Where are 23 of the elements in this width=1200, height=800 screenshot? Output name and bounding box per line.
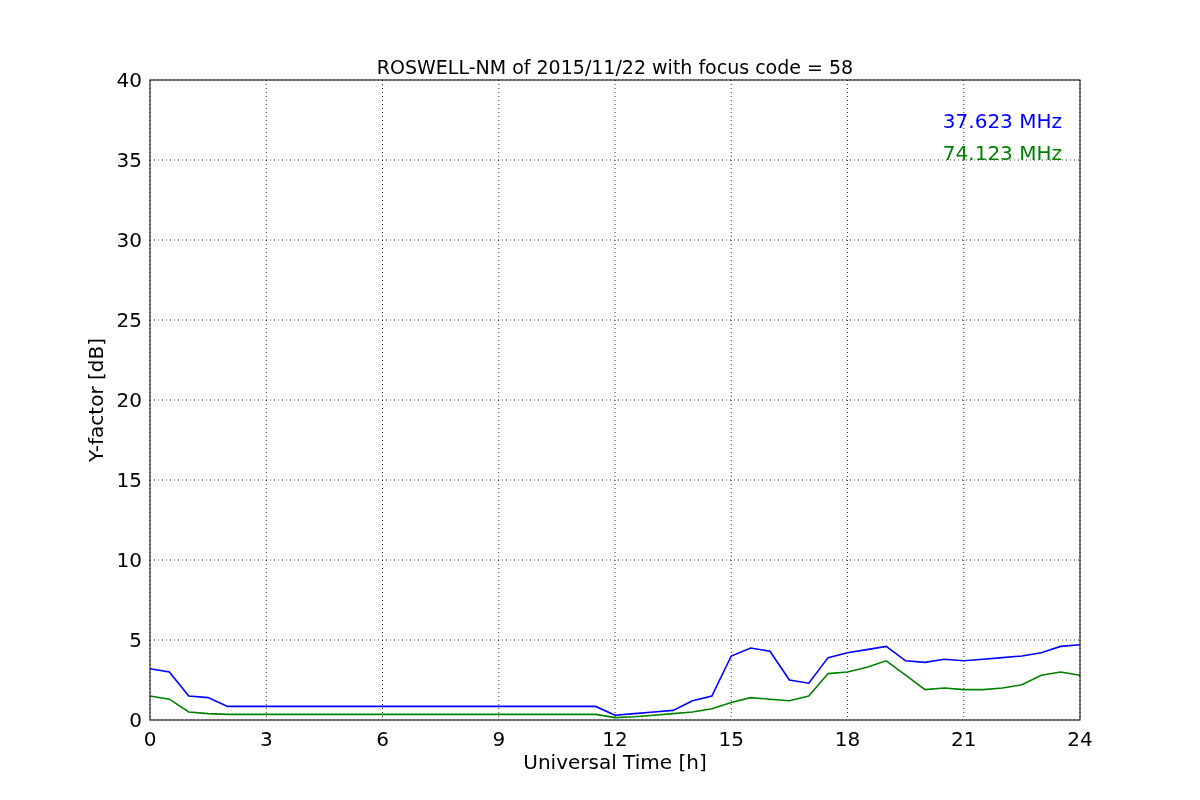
x-tick-label: 18 (834, 727, 861, 751)
y-tick-label: 0 (129, 708, 142, 732)
legend-label: 74.123 MHz (942, 141, 1062, 165)
y-axis-label: Y-factor [dB] (84, 338, 108, 462)
x-tick-label: 9 (492, 727, 506, 751)
x-tick-label: 24 (1067, 727, 1093, 751)
y-tick-label: 20 (116, 388, 142, 412)
x-tick-label: 15 (718, 727, 744, 751)
x-axis-label: Universal Time [h] (523, 750, 707, 774)
legend-label: 37.623 MHz (942, 109, 1062, 133)
x-tick-label: 21 (951, 727, 977, 751)
chart-title: ROSWELL-NM of 2015/11/22 with focus code = 58 (376, 56, 854, 78)
y-tick-label: 10 (116, 548, 142, 572)
y-tick-label: 5 (129, 628, 142, 652)
x-tick-label: 6 (376, 727, 389, 751)
x-tick-label: 12 (602, 727, 628, 751)
y-tick-label: 40 (116, 68, 142, 92)
y-tick-label: 35 (116, 148, 142, 172)
x-tick-label: 0 (143, 727, 157, 751)
x-tick-label: 3 (259, 727, 273, 751)
y-tick-label: 15 (116, 468, 142, 492)
y-tick-label: 25 (116, 308, 142, 332)
y-tick-label: 30 (116, 228, 142, 252)
